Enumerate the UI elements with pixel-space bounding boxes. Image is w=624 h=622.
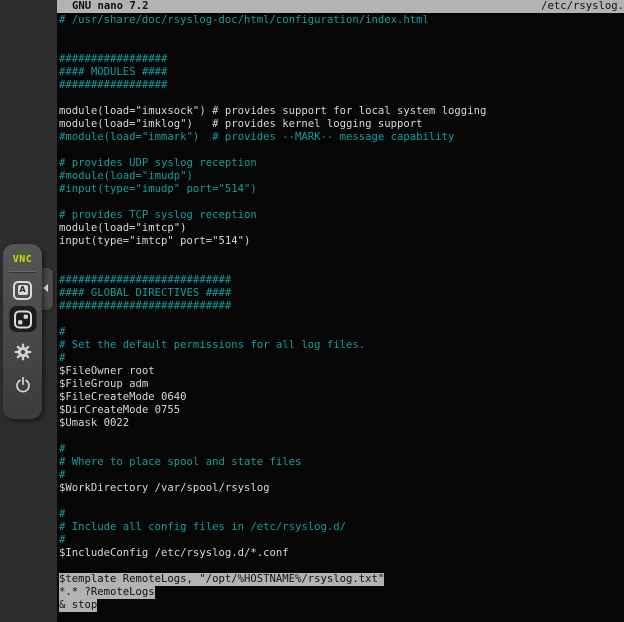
- editor-line: $DirCreateMode 0755: [59, 404, 624, 417]
- settings-button[interactable]: [8, 337, 38, 367]
- editor-line: [59, 495, 624, 508]
- editor-line: # provides UDP syslog reception: [59, 157, 624, 170]
- editor-line: #module(load="immark") # provides --MARK…: [59, 131, 624, 144]
- clipboard-icon: A: [13, 281, 32, 300]
- editor-line: [59, 313, 624, 326]
- fullscreen-icon: [13, 310, 32, 329]
- editor-line: #### MODULES ####: [59, 66, 624, 79]
- editor-line: #################: [59, 79, 624, 92]
- editor-line: [59, 40, 624, 53]
- editor-line: input(type="imtcp" port="514"): [59, 235, 624, 248]
- editor-line: #################: [59, 53, 624, 66]
- editor-line: [59, 430, 624, 443]
- editor-line: # Include all config files in /etc/rsysl…: [59, 521, 624, 534]
- editor-line: $FileOwner root: [59, 365, 624, 378]
- editor-line: #: [59, 326, 624, 339]
- editor-line: *.* ?RemoteLogs: [59, 586, 624, 599]
- editor-line: $Umask 0022: [59, 417, 624, 430]
- terminal-window[interactable]: GNU nano 7.2 /etc/rsyslog. # /usr/share/…: [57, 0, 624, 622]
- gear-icon: [13, 342, 33, 362]
- nano-filename-label: /etc/rsyslog.: [541, 0, 624, 13]
- editor-line: #: [59, 469, 624, 482]
- power-button[interactable]: [8, 370, 38, 400]
- editor-line: #input(type="imudp" port="514"): [59, 183, 624, 196]
- editor-line: [59, 560, 624, 573]
- editor-line: #: [59, 352, 624, 365]
- editor-line: #### GLOBAL DIRECTIVES ####: [59, 287, 624, 300]
- clipboard-icon-letter: A: [18, 285, 28, 295]
- editor-line: ###########################: [59, 300, 624, 313]
- novnc-control-panel: no VNC A: [3, 244, 42, 419]
- novnc-logo-vnc: VNC: [13, 256, 33, 264]
- vnc-screen[interactable]: GNU nano 7.2 /etc/rsyslog. # /usr/share/…: [0, 0, 624, 622]
- novnc-logo: no VNC: [3, 244, 42, 264]
- nano-version-label: GNU nano 7.2: [72, 0, 149, 13]
- editor-line: $FileGroup adm: [59, 378, 624, 391]
- editor-line: #module(load="imudp"): [59, 170, 624, 183]
- nano-titlebar: GNU nano 7.2 /etc/rsyslog.: [57, 0, 624, 13]
- panel-divider: [9, 271, 36, 273]
- editor-line: # Where to place spool and state files: [59, 456, 624, 469]
- editor-line: $template RemoteLogs, "/opt/%HOSTNAME%/r…: [59, 573, 624, 586]
- power-icon: [13, 375, 33, 395]
- editor-line: $IncludeConfig /etc/rsyslog.d/*.conf: [59, 547, 624, 560]
- editor-line: [59, 92, 624, 105]
- editor-line: module(load="imtcp"): [59, 222, 624, 235]
- editor-line: [59, 261, 624, 274]
- editor-line: $FileCreateMode 0640: [59, 391, 624, 404]
- editor-content[interactable]: # /usr/share/doc/rsyslog-doc/html/config…: [59, 14, 624, 622]
- editor-line: # /usr/share/doc/rsyslog-doc/html/config…: [59, 14, 624, 27]
- editor-line: [59, 248, 624, 261]
- fullscreen-button[interactable]: [9, 306, 36, 332]
- editor-line: module(load="imuxsock") # provides suppo…: [59, 105, 624, 118]
- collapse-arrow-icon: [43, 284, 48, 292]
- editor-line: #: [59, 443, 624, 456]
- editor-line: #: [59, 534, 624, 547]
- clipboard-button[interactable]: A: [8, 275, 38, 305]
- editor-line: module(load="imklog") # provides kernel …: [59, 118, 624, 131]
- editor-line: ###########################: [59, 274, 624, 287]
- editor-line: $WorkDirectory /var/spool/rsyslog: [59, 482, 624, 495]
- editor-line: [59, 144, 624, 157]
- editor-line: & stop: [59, 599, 624, 612]
- editor-line: # provides TCP syslog reception: [59, 209, 624, 222]
- editor-line: [59, 196, 624, 209]
- editor-line: [59, 27, 624, 40]
- editor-line: # Set the default permissions for all lo…: [59, 339, 624, 352]
- editor-line: #: [59, 508, 624, 521]
